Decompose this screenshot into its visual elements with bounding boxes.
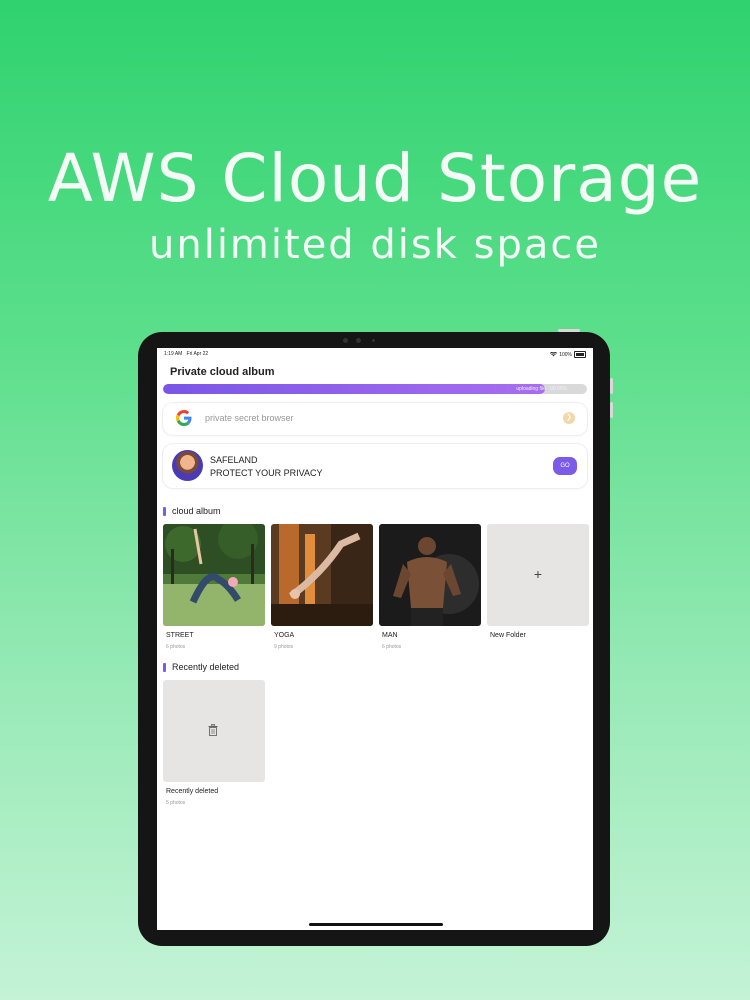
battery-percent: 100%	[559, 351, 572, 358]
safeland-promo-card[interactable]: SAFELAND PROTECT YOUR PRIVACY GO	[163, 444, 587, 488]
album-man[interactable]: MAN 6 photos	[379, 524, 481, 650]
status-bar: 1:19 AM Fri Apr 22 100%	[164, 351, 586, 361]
album-photo-count: 9 photos	[274, 644, 294, 650]
tablet-top-button	[558, 329, 580, 332]
man-photo	[379, 524, 481, 626]
album-thumbnail	[271, 524, 373, 626]
go-button[interactable]: GO	[553, 457, 577, 475]
recently-deleted-album[interactable]: Recently deleted 5 photos	[163, 680, 265, 806]
google-icon	[176, 410, 192, 426]
album-name: New Folder	[490, 632, 526, 639]
upload-percent: 90.00%	[550, 386, 567, 392]
upload-progress-text: uploading file 90.00%	[516, 385, 567, 393]
album-yoga[interactable]: YOGA 9 photos	[271, 524, 373, 650]
recently-deleted-label: Recently deleted	[172, 662, 240, 672]
page-title: Private cloud album	[170, 366, 275, 378]
cloud-album-label: cloud album	[172, 506, 221, 516]
album-photo-count: 5 photos	[166, 800, 186, 806]
album-name: Recently deleted	[166, 788, 219, 795]
section-accent-bar	[163, 507, 166, 516]
arrow-right-circle-icon[interactable]: ❯	[563, 412, 575, 424]
sensor-icon	[372, 339, 375, 342]
album-street[interactable]: STREET 6 photos	[163, 524, 265, 650]
app-screen: 1:19 AM Fri Apr 22 100% Private cloud al…	[157, 348, 593, 930]
section-accent-bar	[163, 663, 166, 672]
album-name: STREET	[166, 632, 194, 639]
tablet-frame: 1:19 AM Fri Apr 22 100% Private cloud al…	[138, 329, 613, 946]
hero-subtitle: unlimited disk space	[149, 222, 601, 268]
home-indicator[interactable]	[309, 923, 443, 926]
upload-progress-bar: uploading file 90.00%	[163, 384, 587, 394]
status-date: Fri Apr 22	[186, 351, 209, 357]
trash-icon	[208, 724, 218, 736]
volume-up-button	[610, 378, 613, 394]
wifi-icon	[550, 352, 558, 357]
album-thumbnail	[379, 524, 481, 626]
avatar	[172, 450, 203, 481]
upload-progress-fill	[163, 384, 545, 394]
camera-icon	[343, 338, 348, 343]
album-photo-count: 6 photos	[166, 644, 186, 650]
hero-title: AWS Cloud Storage	[47, 140, 703, 217]
new-folder-tile: +	[487, 524, 589, 626]
search-placeholder: private secret browser	[205, 413, 294, 423]
plus-icon: +	[533, 566, 543, 582]
yoga-photo	[271, 524, 373, 626]
album-photo-count: 6 photos	[382, 644, 402, 650]
promo-subtitle: PROTECT YOUR PRIVACY	[210, 468, 323, 478]
album-name: YOGA	[274, 632, 295, 639]
browser-search-card[interactable]: private secret browser ❯	[163, 403, 587, 435]
upload-label: uploading file	[516, 386, 546, 392]
status-time: 1:19 AM	[164, 351, 183, 357]
album-name: MAN	[382, 632, 398, 639]
recently-deleted-tile	[163, 680, 265, 782]
battery-icon	[574, 351, 586, 358]
street-yoga-photo	[163, 524, 265, 626]
sensor-icon	[356, 338, 361, 343]
volume-down-button	[610, 402, 613, 418]
album-thumbnail	[163, 524, 265, 626]
new-folder-button[interactable]: + New Folder	[487, 524, 589, 639]
promo-title: SAFELAND	[210, 455, 258, 465]
